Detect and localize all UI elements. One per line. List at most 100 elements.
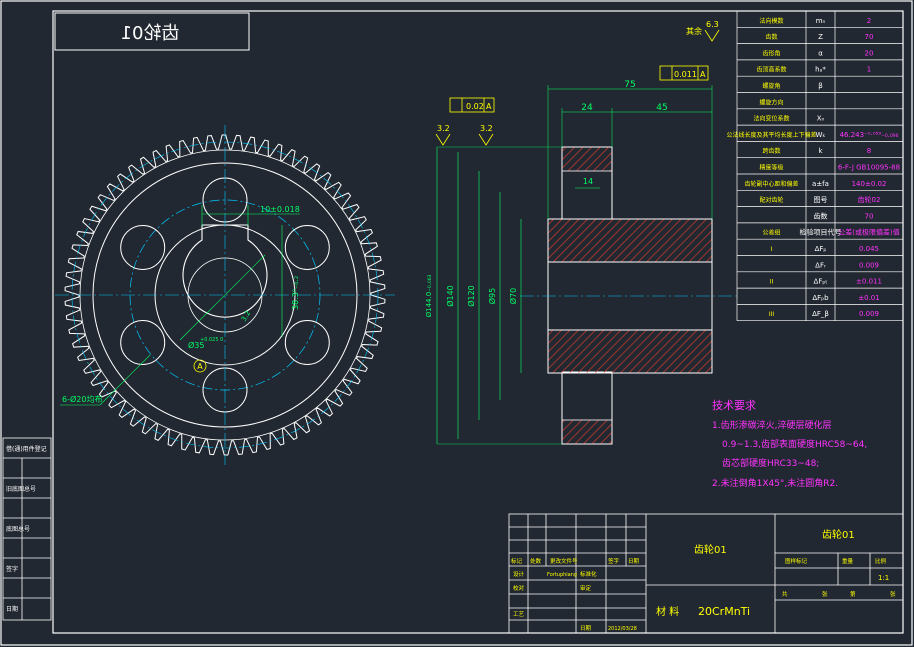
left-strip-3: 底图总号 bbox=[6, 525, 30, 533]
weight-label: 重量 bbox=[842, 557, 854, 565]
param-value: 20 bbox=[865, 49, 874, 57]
dim-dia-140: Ø140 bbox=[445, 285, 455, 307]
standard-label: 标准化 bbox=[580, 570, 597, 578]
designer-name: Fortuphiang bbox=[547, 572, 577, 578]
tol-box-2-datum: A bbox=[700, 70, 706, 79]
param-symbol: 齿数 bbox=[814, 211, 828, 220]
roughness-rest-label: 其余 bbox=[686, 26, 702, 36]
param-name: I bbox=[771, 246, 773, 253]
datum-a-front: A bbox=[197, 362, 203, 371]
param-name: 公差组 bbox=[762, 229, 780, 237]
dim-dia-95: Ø95 bbox=[487, 288, 497, 304]
tol-box-2-value: 0.011 bbox=[674, 70, 697, 79]
section-hatch-top bbox=[547, 218, 713, 263]
param-symbol: Xₙ bbox=[817, 115, 825, 123]
param-name: 齿轮副中心距和偏差 bbox=[744, 180, 798, 188]
param-symbol: ΔFₚ bbox=[815, 245, 827, 253]
check-label: 校对 bbox=[513, 584, 525, 592]
gear-parameter-table: 法向模数 mₙ 2 齿数 Z 70 齿形角 α 20 齿顶高系数 hₐ* 1 螺旋角 β 螺旋方向法向变位系… bbox=[726, 11, 903, 322]
param-symbol: ΔFᵣ bbox=[815, 261, 826, 269]
param-value: 46.243⁻⁰·⁰⁵⁹₋₀.₀₉₆ bbox=[840, 131, 899, 139]
date-label: 日期 bbox=[580, 625, 592, 632]
param-symbol: a±fa bbox=[812, 180, 829, 188]
param-name: 精度等级 bbox=[759, 164, 783, 172]
tol-box-1-datum: A bbox=[486, 102, 492, 111]
left-strip-1: 借(通)用件登记 bbox=[6, 445, 47, 453]
rev-header-date: 日期 bbox=[628, 558, 640, 565]
stage-label: 图样标记 bbox=[785, 557, 808, 565]
param-name: II bbox=[770, 279, 774, 286]
param-value: 0.045 bbox=[859, 245, 879, 253]
param-symbol: mₙ bbox=[816, 17, 826, 25]
part-name: 齿轮01 bbox=[694, 543, 727, 556]
review-label: 审定 bbox=[580, 584, 592, 592]
dim-dia-120: Ø120 bbox=[466, 285, 476, 307]
param-value: 1 bbox=[867, 66, 871, 74]
scale-value: 1:1 bbox=[878, 574, 889, 582]
tech-req-line3: 齿芯部硬度HRC33~48; bbox=[722, 457, 819, 469]
dim-dia-tip: Ø144.0₋₀.₀₆₃ bbox=[425, 274, 433, 317]
sheets-total-label: 共 bbox=[782, 590, 788, 598]
param-name: 齿数 bbox=[765, 33, 777, 41]
designer-label: 设计 bbox=[513, 570, 525, 578]
dim-length-hub: 24 bbox=[581, 103, 593, 113]
param-value: 140±0.02 bbox=[852, 180, 887, 188]
roughness-1: 3.2 bbox=[437, 124, 450, 133]
technical-requirements: 技术要求 1.齿形渗碳淬火,淬硬层硬化层 0.9~1.3,齿部表面硬度HRC58… bbox=[712, 399, 867, 489]
dim-length-total: 75 bbox=[624, 80, 635, 90]
rev-header-mark: 标记 bbox=[511, 557, 523, 565]
dim-length-rim: 45 bbox=[656, 103, 667, 113]
tech-req-line1: 1.齿形渗碳淬火,淬硬层硬化层 bbox=[712, 419, 831, 431]
param-value: 70 bbox=[865, 212, 874, 220]
param-symbol: ΔFₚₜ bbox=[814, 278, 828, 286]
dim-web-width: 14 bbox=[583, 177, 593, 186]
param-symbol: 图号 bbox=[814, 196, 828, 204]
param-value: 齿轮02 bbox=[858, 195, 881, 204]
param-name: 齿顶高系数 bbox=[756, 66, 786, 74]
mirrored-title: 齿轮01 bbox=[121, 23, 180, 44]
date-value: 2012/03/28 bbox=[608, 626, 637, 632]
left-strip-4: 签字 bbox=[6, 565, 18, 573]
bore-tol-dim: +0.025 0 bbox=[200, 337, 223, 343]
param-name: 法向模数 bbox=[759, 17, 783, 25]
dim-dia-70: Ø70 bbox=[508, 288, 518, 304]
param-name: 公法线长度及其平均长度上下偏差 bbox=[726, 131, 816, 139]
param-name: 螺旋方向 bbox=[759, 98, 783, 106]
rev-header-doc: 更改文件号 bbox=[550, 557, 578, 565]
param-name: 法向变位系数 bbox=[753, 115, 789, 123]
param-value: 2 bbox=[867, 17, 871, 25]
keyway-depth-dim: 38.3⁰₋₀.₂ bbox=[291, 276, 300, 310]
left-strip-2: 旧底图总号 bbox=[6, 485, 36, 493]
sheet-no-label: 第 bbox=[850, 590, 856, 598]
param-symbol: Wₖ bbox=[816, 131, 826, 139]
param-symbol: ΔFₚb bbox=[812, 294, 829, 302]
section-hatch-bottom bbox=[547, 329, 713, 374]
process-label: 工艺 bbox=[513, 611, 525, 618]
sheet-label: 张 bbox=[822, 590, 828, 598]
param-name: 跨齿数 bbox=[762, 147, 780, 155]
param-name: III bbox=[769, 311, 775, 318]
scale-label: 比例 bbox=[875, 557, 887, 565]
param-symbol: α bbox=[818, 49, 823, 57]
tech-req-line4: 2.未注倒角1X45°,未注圆角R2. bbox=[712, 477, 838, 489]
tech-req-line2: 0.9~1.3,齿部表面硬度HRC58~64, bbox=[722, 438, 867, 450]
param-symbol: hₐ* bbox=[815, 66, 826, 74]
param-name: 配对齿轮 bbox=[759, 196, 783, 204]
param-name: 齿形角 bbox=[762, 49, 780, 57]
gear-section-view: 75 24 45 14 Ø144.0₋₀.₀₆₃ Ø140 Ø120 Ø95 Ø… bbox=[425, 20, 740, 445]
param-value: 公差(或极限偏差)值 bbox=[838, 228, 899, 237]
param-symbol: ΔF_β bbox=[812, 310, 829, 318]
param-value: 0.009 bbox=[859, 310, 879, 318]
part-name-right: 齿轮01 bbox=[822, 528, 855, 541]
param-symbol: β bbox=[818, 82, 822, 90]
keyway-width-dim: 10±0.018 bbox=[260, 205, 300, 214]
param-value: ±0.011 bbox=[856, 278, 882, 286]
tech-req-title: 技术要求 bbox=[712, 399, 756, 412]
param-symbol: 检验项目代号 bbox=[800, 228, 842, 237]
roughness-2: 3.2 bbox=[480, 124, 493, 133]
rev-header-sign: 签字 bbox=[608, 557, 620, 565]
rev-header-count: 处数 bbox=[530, 557, 542, 565]
holes-note: 6-Ø20均布 bbox=[62, 394, 102, 404]
param-name: 螺旋角 bbox=[762, 82, 780, 90]
param-symbol: Z bbox=[818, 33, 823, 41]
